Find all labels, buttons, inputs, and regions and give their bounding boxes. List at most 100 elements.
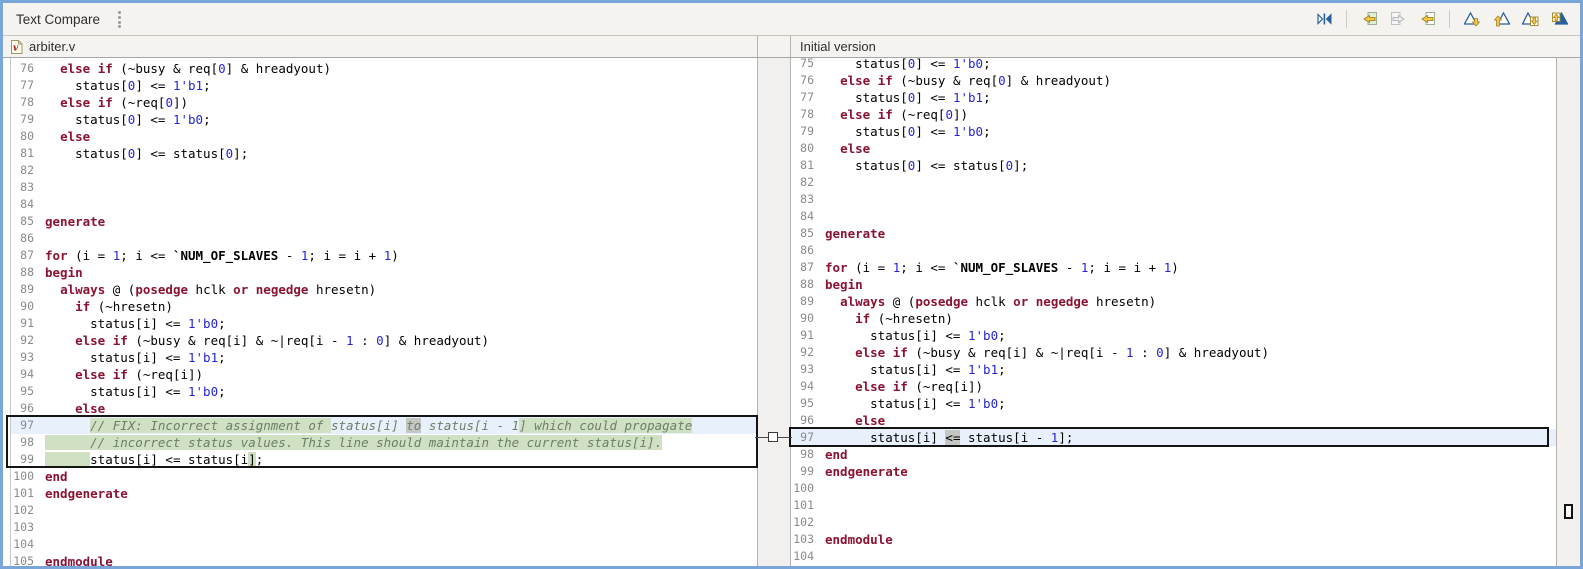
- code-line-76: 76 else if (~busy & req[0] & hreadyout): [11, 60, 757, 77]
- line-number: 99: [800, 464, 814, 478]
- line-number: 94: [800, 379, 814, 393]
- line-number: 83: [20, 180, 34, 194]
- line-number: 76: [20, 61, 34, 75]
- code-line-80: 80 else: [11, 128, 757, 145]
- overview-diff-marker[interactable]: [1564, 504, 1573, 519]
- code-line-83: 83: [791, 191, 1556, 208]
- line-number: 97: [20, 418, 34, 432]
- right-editor-pane[interactable]: 75 status[0] <= 1'b0; 76 else if (~busy &…: [791, 58, 1556, 566]
- line-number: 95: [20, 384, 34, 398]
- compare-titlebar: Text Compare: [3, 3, 1580, 36]
- code-line-101: 101 endgenerate: [11, 485, 757, 502]
- code-line-87: 87 for (i = 1; i <= `NUM_OF_SLAVES - 1; i…: [791, 259, 1556, 276]
- previous-change-icon[interactable]: [1548, 8, 1570, 30]
- line-number: 98: [800, 447, 814, 461]
- toolbar-grip-handle[interactable]: [118, 10, 122, 28]
- left-editor-pane[interactable]: 76 else if (~busy & req[0] & hreadyout) 7…: [3, 58, 758, 566]
- line-number: 81: [800, 158, 814, 172]
- left-pane-title: arbiter.v: [29, 39, 76, 54]
- line-number: 104: [13, 537, 34, 551]
- code-line-88: 88 begin: [11, 264, 757, 281]
- code-line-102: 102: [11, 502, 757, 519]
- pane-headers: v arbiter.v Initial version: [3, 36, 1580, 58]
- line-number: 77: [20, 78, 34, 92]
- left-pane-header: v arbiter.v: [3, 36, 758, 57]
- code-line-101: 101: [791, 497, 1556, 514]
- line-number: 105: [13, 554, 34, 566]
- center-gutter-header: [758, 36, 791, 57]
- line-number: 95: [800, 396, 814, 410]
- line-number: 102: [793, 515, 814, 529]
- code-line-94: 94 else if (~req[i]): [791, 378, 1556, 395]
- diff-connector-handle[interactable]: [768, 432, 778, 442]
- line-number: 89: [800, 294, 814, 308]
- code-line-95: 95 status[i] <= 1'b0;: [11, 383, 757, 400]
- code-line-91: 91 status[i] <= 1'b0;: [791, 327, 1556, 344]
- right-code-area[interactable]: 75 status[0] <= 1'b0; 76 else if (~busy &…: [791, 58, 1556, 566]
- line-number: 80: [20, 129, 34, 143]
- next-change-icon[interactable]: [1519, 8, 1541, 30]
- code-line-102: 102: [791, 514, 1556, 531]
- next-difference-icon[interactable]: [1461, 8, 1483, 30]
- left-annotation-ruler: [3, 58, 11, 566]
- code-line-93: 93 status[i] <= 1'b1;: [11, 349, 757, 366]
- code-line-79: 79 status[0] <= 1'b0;: [791, 123, 1556, 140]
- line-number: 92: [20, 333, 34, 347]
- code-line-82: 82: [11, 162, 757, 179]
- code-line-77: 77 status[0] <= 1'b1;: [791, 89, 1556, 106]
- line-number: 79: [20, 112, 34, 126]
- code-line-100: 100 end: [11, 468, 757, 485]
- text-compare-window: Text Compare v arbiter.v Initial version…: [0, 0, 1583, 569]
- line-number: 78: [800, 107, 814, 121]
- code-line-75: 75 status[0] <= 1'b0;: [791, 58, 1556, 72]
- line-number: 75: [800, 58, 814, 70]
- left-code-area[interactable]: 76 else if (~busy & req[0] & hreadyout) 7…: [11, 58, 757, 566]
- code-line-81: 81 status[0] <= status[0];: [791, 157, 1556, 174]
- line-number: 82: [20, 163, 34, 177]
- code-line-105: 105 endmodule: [11, 553, 757, 566]
- toolbar-separator: [1346, 10, 1347, 28]
- overview-ruler[interactable]: [1556, 58, 1580, 566]
- line-number: 103: [793, 532, 814, 546]
- code-line-84: 84: [11, 196, 757, 213]
- code-line-89: 89 always @ (posedge hclk or negedge hre…: [791, 293, 1556, 310]
- line-number: 92: [800, 345, 814, 359]
- line-number: 88: [20, 265, 34, 279]
- line-number: 89: [20, 282, 34, 296]
- line-number: 93: [20, 350, 34, 364]
- line-number: 96: [800, 413, 814, 427]
- code-line-90: 90 if (~hresetn): [11, 298, 757, 315]
- code-line-85: 85 generate: [11, 213, 757, 230]
- copy-current-left-to-right-icon[interactable]: [1387, 8, 1409, 30]
- code-line-96: 96 else: [791, 412, 1556, 429]
- line-number: 86: [20, 231, 34, 245]
- line-number: 87: [800, 260, 814, 274]
- copy-current-right-to-left-icon[interactable]: [1416, 8, 1438, 30]
- code-line-88: 88 begin: [791, 276, 1556, 293]
- code-line-104: 104: [791, 548, 1556, 565]
- code-line-89: 89 always @ (posedge hclk or negedge hre…: [11, 281, 757, 298]
- copy-all-right-to-left-icon[interactable]: [1358, 8, 1380, 30]
- line-number: 81: [20, 146, 34, 160]
- view-title: Text Compare: [16, 11, 101, 27]
- previous-difference-icon[interactable]: [1490, 8, 1512, 30]
- line-number: 79: [800, 124, 814, 138]
- line-number: 90: [20, 299, 34, 313]
- code-line-78: 78 else if (~req[0]): [11, 94, 757, 111]
- code-line-80: 80 else: [791, 140, 1556, 157]
- swap-left-right-icon[interactable]: [1313, 8, 1335, 30]
- code-line-103: 103: [11, 519, 757, 536]
- code-line-78: 78 else if (~req[0]): [791, 106, 1556, 123]
- line-number: 85: [20, 214, 34, 228]
- code-line-97: 97 // FIX: Incorrect assignment of statu…: [11, 417, 757, 434]
- code-line-92: 92 else if (~busy & req[i] & ~|req[i - 1…: [11, 332, 757, 349]
- right-pane-header: Initial version: [791, 36, 1580, 57]
- code-line-97: 97 status[i] <= status[i - 1];: [791, 429, 1556, 446]
- code-line-77: 77 status[0] <= 1'b1;: [11, 77, 757, 94]
- code-line-86: 86: [11, 230, 757, 247]
- code-line-104: 104: [11, 536, 757, 553]
- line-number: 88: [800, 277, 814, 291]
- line-number: 86: [800, 243, 814, 257]
- code-line-92: 92 else if (~busy & req[i] & ~|req[i - 1…: [791, 344, 1556, 361]
- code-line-85: 85 generate: [791, 225, 1556, 242]
